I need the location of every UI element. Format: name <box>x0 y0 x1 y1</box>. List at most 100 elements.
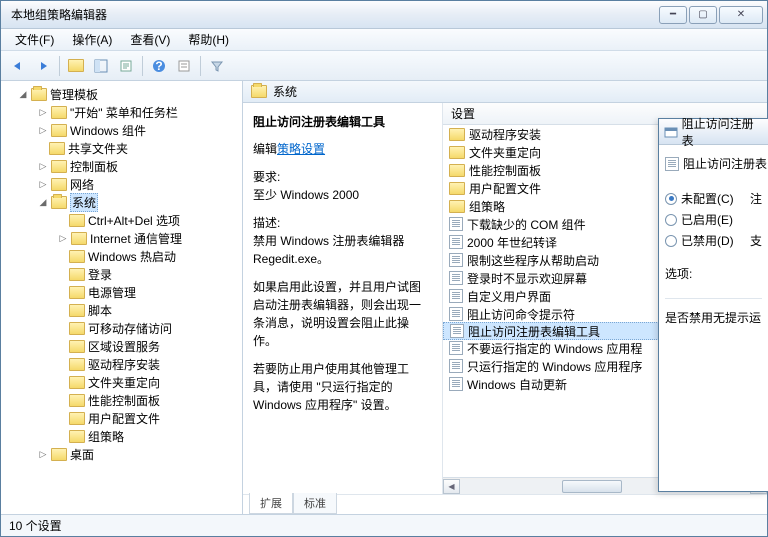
tree-item-windows-components[interactable]: ▷Windows 组件 <box>3 121 240 139</box>
menu-action[interactable]: 操作(A) <box>64 29 120 50</box>
tree-root[interactable]: ◢管理模板 <box>3 85 240 103</box>
content-area: ◢管理模板 ▷"开始" 菜单和任务栏 ▷Windows 组件 共享文件夹 ▷控制… <box>1 81 767 514</box>
radio-icon[interactable] <box>665 235 677 247</box>
folder-icon <box>69 394 85 407</box>
folder-icon <box>251 85 267 98</box>
window-buttons: ━ ▢ ✕ <box>659 6 763 24</box>
folder-icon <box>51 448 67 461</box>
folder-icon <box>449 164 465 177</box>
tree-item-driver-install[interactable]: 驱动程序安装 <box>3 355 240 373</box>
svg-text:?: ? <box>155 59 162 73</box>
radio-disabled[interactable]: 已禁用(D) 支 <box>665 232 762 249</box>
folder-icon <box>49 142 65 155</box>
radio-not-configured[interactable]: 未配置(C) 注 <box>665 190 762 207</box>
tree-item-locale[interactable]: 区域设置服务 <box>3 337 240 355</box>
expand-icon[interactable]: ▷ <box>57 232 69 244</box>
tree-item-perf-cpl[interactable]: 性能控制面板 <box>3 391 240 409</box>
menu-help[interactable]: 帮助(H) <box>180 29 237 50</box>
tree-item-removable-storage[interactable]: 可移动存储访问 <box>3 319 240 337</box>
folder-icon <box>69 286 85 299</box>
dialog-titlebar: 阻止访问注册表 <box>659 119 768 145</box>
back-button[interactable] <box>7 55 29 77</box>
tree-item-power[interactable]: 电源管理 <box>3 283 240 301</box>
tree-item-user-profiles[interactable]: 用户配置文件 <box>3 409 240 427</box>
edit-link-row: 编辑策略设置 <box>253 140 432 158</box>
radio-icon[interactable] <box>665 214 677 226</box>
edit-policy-link[interactable]: 策略设置 <box>277 142 325 156</box>
dialog-body: 阻止访问注册表 未配置(C) 注 已启用(E) 已禁用(D) 支 选项: 是否禁… <box>659 145 768 491</box>
tree-item-shared-folders[interactable]: 共享文件夹 <box>3 139 240 157</box>
tree-item-group-policy[interactable]: 组策略 <box>3 427 240 445</box>
folder-icon <box>449 182 465 195</box>
tab-extended[interactable]: 扩展 <box>249 493 293 514</box>
folder-icon <box>69 358 85 371</box>
folder-icon <box>69 322 85 335</box>
policy-icon <box>449 217 463 231</box>
menu-file[interactable]: 文件(F) <box>7 29 62 50</box>
dialog-options-body: 是否禁用无提示运 <box>665 298 762 326</box>
collapse-icon[interactable]: ◢ <box>37 196 49 208</box>
expand-icon[interactable]: ▷ <box>37 124 49 136</box>
properties-button[interactable] <box>173 55 195 77</box>
toolbar: ? <box>1 51 767 81</box>
folder-icon <box>69 376 85 389</box>
expand-icon[interactable]: ▷ <box>37 160 49 172</box>
tree-item-ctrlaltdel[interactable]: Ctrl+Alt+Del 选项 <box>3 211 240 229</box>
folder-icon <box>69 250 85 263</box>
tab-standard[interactable]: 标准 <box>293 493 337 514</box>
help-button[interactable]: ? <box>148 55 170 77</box>
policy-icon <box>449 271 463 285</box>
window-title: 本地组策略编辑器 <box>5 6 659 23</box>
policy-icon <box>665 157 679 171</box>
tree-item-start-menu[interactable]: ▷"开始" 菜单和任务栏 <box>3 103 240 121</box>
tree-pane[interactable]: ◢管理模板 ▷"开始" 菜单和任务栏 ▷Windows 组件 共享文件夹 ▷控制… <box>1 81 243 514</box>
folder-icon <box>69 304 85 317</box>
expand-icon[interactable]: ▷ <box>37 106 49 118</box>
menu-view[interactable]: 查看(V) <box>122 29 178 50</box>
tree-item-system[interactable]: ◢系统 <box>3 193 240 211</box>
export-button[interactable] <box>115 55 137 77</box>
policy-icon <box>449 235 463 249</box>
dialog-icon <box>664 125 678 139</box>
radio-icon[interactable] <box>665 193 677 205</box>
filter-button[interactable] <box>206 55 228 77</box>
scroll-left-button[interactable]: ◀ <box>443 479 460 494</box>
folder-icon <box>69 412 85 425</box>
show-tree-button[interactable] <box>90 55 112 77</box>
description-pane: 阻止访问注册表编辑工具 编辑策略设置 要求: 至少 Windows 2000 描… <box>243 103 443 494</box>
folder-icon <box>69 214 85 227</box>
tree-item-internet-comm[interactable]: ▷Internet 通信管理 <box>3 229 240 247</box>
folder-icon <box>449 200 465 213</box>
dialog-heading-row: 阻止访问注册表 <box>665 155 762 172</box>
expand-icon[interactable]: ▷ <box>37 448 49 460</box>
tree-item-scripts[interactable]: 脚本 <box>3 301 240 319</box>
scroll-thumb[interactable] <box>562 480 622 493</box>
folder-icon <box>51 124 67 137</box>
up-button[interactable] <box>65 55 87 77</box>
folder-icon <box>31 88 47 101</box>
tree-item-hotstart[interactable]: Windows 热启动 <box>3 247 240 265</box>
minimize-button[interactable]: ━ <box>659 6 687 24</box>
menubar: 文件(F) 操作(A) 查看(V) 帮助(H) <box>1 29 767 51</box>
tree-item-desktop[interactable]: ▷桌面 <box>3 445 240 463</box>
radio-enabled[interactable]: 已启用(E) <box>665 211 762 228</box>
close-button[interactable]: ✕ <box>719 6 763 24</box>
tree-item-folder-redirect[interactable]: 文件夹重定向 <box>3 373 240 391</box>
policy-icon <box>449 377 463 391</box>
requirements: 要求: 至少 Windows 2000 <box>253 168 432 204</box>
path-label: 系统 <box>273 83 297 100</box>
collapse-icon[interactable]: ◢ <box>17 88 29 100</box>
statusbar: 10 个设置 <box>1 514 767 536</box>
tree-item-logon[interactable]: 登录 <box>3 265 240 283</box>
folder-icon <box>69 268 85 281</box>
main-window: 本地组策略编辑器 ━ ▢ ✕ 文件(F) 操作(A) 查看(V) 帮助(H) ?… <box>0 0 768 537</box>
forward-button[interactable] <box>32 55 54 77</box>
maximize-button[interactable]: ▢ <box>689 6 717 24</box>
tree-item-network[interactable]: ▷网络 <box>3 175 240 193</box>
expand-icon[interactable]: ▷ <box>37 178 49 190</box>
status-text: 10 个设置 <box>9 517 62 534</box>
policy-icon <box>450 324 464 338</box>
folder-icon <box>449 128 465 141</box>
tree-item-control-panel[interactable]: ▷控制面板 <box>3 157 240 175</box>
policy-icon <box>449 359 463 373</box>
